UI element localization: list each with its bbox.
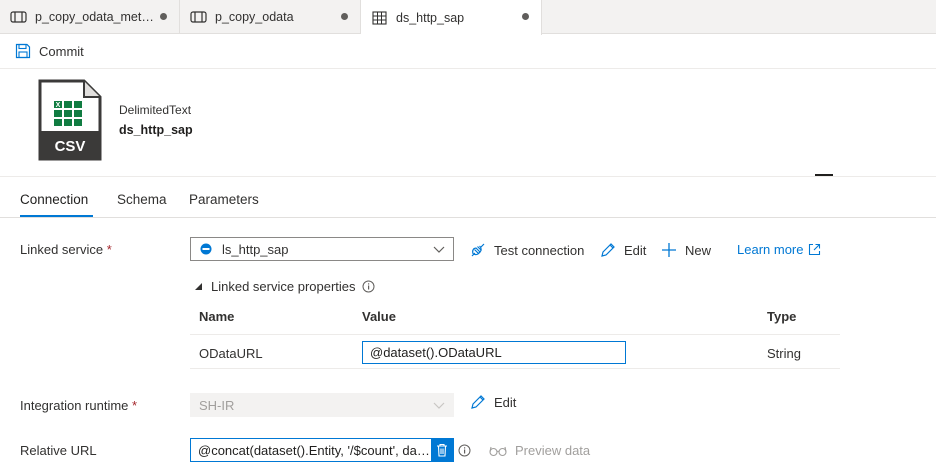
caret-down-icon — [195, 283, 202, 290]
tab-parameters[interactable]: Parameters — [189, 192, 259, 207]
commit-button[interactable]: Commit — [15, 43, 84, 59]
test-connection-button[interactable]: Test connection — [470, 242, 584, 258]
tab-p-copy-odata[interactable]: p_copy_odata — [180, 0, 361, 34]
linked-service-dropdown[interactable]: ls_http_sap — [190, 237, 454, 261]
chevron-down-icon — [433, 246, 445, 253]
svg-text:X: X — [56, 102, 61, 109]
tab-p-copy-odata-meta[interactable]: p_copy_odata_meta... — [0, 0, 180, 34]
tab-schema[interactable]: Schema — [117, 192, 167, 207]
required-mark: * — [132, 398, 138, 413]
table-header-divider — [190, 334, 840, 335]
column-header-name: Name — [199, 309, 235, 324]
property-type: String — [767, 346, 801, 361]
linked-service-properties-toggle[interactable]: Linked service properties — [194, 279, 375, 294]
glasses-icon — [489, 446, 507, 456]
property-name: ODataURL — [199, 346, 263, 361]
tab-ds-http-sap[interactable]: ds_http_sap — [361, 0, 542, 35]
pencil-icon — [471, 395, 485, 409]
linked-service-label: Linked service * — [20, 242, 112, 257]
required-mark: * — [106, 242, 112, 257]
unsaved-dot-icon — [160, 13, 167, 20]
external-link-icon — [809, 243, 821, 256]
plus-icon — [662, 243, 676, 257]
column-header-type: Type — [767, 309, 797, 324]
plug-icon — [471, 243, 485, 257]
relative-url-label: Relative URL — [20, 443, 97, 458]
toolbar: Commit — [0, 34, 936, 69]
relative-url-input[interactable]: @concat(dataset().Entity, '/$count', dat… — [190, 438, 454, 462]
trash-icon — [437, 443, 447, 457]
integration-runtime-dropdown: SH-IR — [190, 393, 454, 417]
unsaved-dot-icon — [341, 13, 348, 20]
tab-label: p_copy_odata_meta... — [35, 10, 155, 24]
dataset-header: X CSV DelimitedText ds_http_sap — [0, 69, 936, 177]
dataset-subtabs: Connection Schema Parameters — [0, 178, 936, 218]
edit-integration-runtime-button[interactable]: Edit — [470, 394, 516, 410]
dataset-table-icon — [372, 10, 387, 25]
property-value-input[interactable]: @dataset().ODataURL — [362, 341, 626, 364]
csv-icon-text: CSV — [55, 138, 86, 155]
pencil-icon — [601, 243, 615, 257]
csv-file-icon: X CSV — [38, 79, 102, 161]
integration-runtime-label: Integration runtime * — [20, 398, 138, 413]
learn-more-link[interactable]: Learn more — [737, 242, 829, 257]
linked-service-value: ls_http_sap — [222, 241, 289, 257]
pipeline-icon — [10, 11, 27, 23]
collapse-handle[interactable] — [815, 174, 833, 176]
info-icon[interactable] — [458, 444, 471, 457]
save-icon — [15, 43, 31, 59]
table-row-divider — [190, 368, 840, 369]
preview-data-button[interactable]: Preview data — [489, 443, 590, 458]
commit-label: Commit — [39, 43, 84, 59]
chevron-down-icon — [433, 402, 445, 409]
new-linked-service-button[interactable]: New — [661, 242, 711, 258]
pipeline-icon — [190, 11, 207, 23]
unsaved-dot-icon — [522, 13, 529, 20]
editor-tab-bar: p_copy_odata_meta... p_copy_odata ds_htt… — [0, 0, 936, 35]
tab-label: p_copy_odata — [215, 10, 294, 24]
tab-label: ds_http_sap — [396, 10, 465, 25]
clear-dynamic-content-button[interactable] — [431, 439, 453, 461]
dataset-type: DelimitedText — [119, 103, 192, 117]
integration-runtime-value: SH-IR — [199, 397, 235, 413]
dataset-name: ds_http_sap — [119, 123, 193, 137]
column-header-value: Value — [362, 309, 396, 324]
tab-connection[interactable]: Connection — [20, 192, 88, 207]
active-tab-indicator — [20, 215, 93, 217]
edit-linked-service-button[interactable]: Edit — [600, 242, 646, 258]
info-icon[interactable] — [362, 280, 375, 293]
http-globe-icon — [200, 243, 212, 255]
